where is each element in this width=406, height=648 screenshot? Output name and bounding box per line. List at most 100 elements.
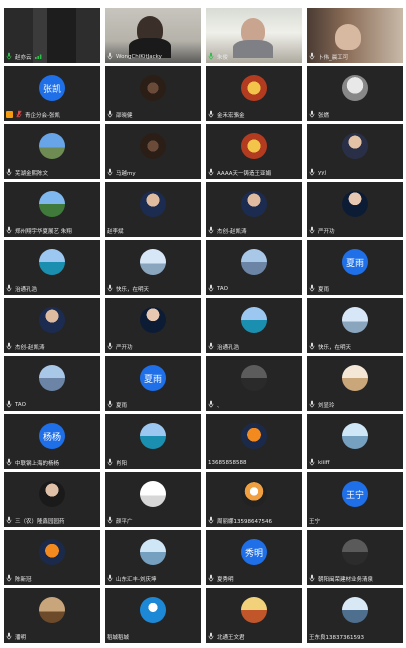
participant-name: 快乐，在明天 xyxy=(116,286,150,293)
participant-tile[interactable]: 夏雨 夏雨 xyxy=(307,240,403,295)
avatar xyxy=(241,307,267,333)
participant-tile[interactable]: 王宁 王宁 xyxy=(307,472,403,527)
avatar xyxy=(342,423,368,449)
participant-tile[interactable]: 王东良13837361593 xyxy=(307,588,403,643)
mic-icon xyxy=(6,632,12,641)
avatar xyxy=(241,191,267,217)
participant-label: 三（农）隆鑫园园药 xyxy=(6,516,98,525)
mic-icon xyxy=(107,52,113,61)
participant-tile[interactable]: 严开功 xyxy=(307,182,403,237)
participant-label: 芜湖金熙陈文 xyxy=(6,168,98,177)
participant-name: 芜湖金熙陈文 xyxy=(15,170,49,177)
participant-name: 周丽娜13598647546 xyxy=(217,518,272,525)
participant-tile[interactable]: AAAA天一铸造王亚娟 xyxy=(206,124,302,179)
mic-icon xyxy=(6,226,12,235)
participant-tile[interactable]: 治通孔浩 xyxy=(4,240,100,295)
mic-icon xyxy=(309,226,315,235)
participant-tile[interactable]: 赵亦云 xyxy=(4,8,100,63)
participant-name: 杰创-赵凯涛 xyxy=(15,344,45,351)
mic-icon xyxy=(309,284,315,293)
avatar xyxy=(342,365,368,391)
avatar: 杨杨 xyxy=(39,423,65,449)
participant-tile[interactable]: 马越my xyxy=(105,124,201,179)
participant-tile[interactable]: 杰创-赵凯涛 xyxy=(4,298,100,353)
participant-tile[interactable]: 、 xyxy=(206,356,302,411)
participant-label: 夏雨 xyxy=(107,400,199,409)
participant-tile[interactable]: 朝阳闽荣建材业务清泉 xyxy=(307,530,403,585)
participant-label: 陈新冠 xyxy=(6,574,98,583)
participant-tile[interactable]: 山东汇丰-刘庆坤 xyxy=(105,530,201,585)
mic-icon xyxy=(6,516,12,525)
participant-tile[interactable]: 杨杨 中联钢上海的杨杨 xyxy=(4,414,100,469)
participant-label: 北通王文君 xyxy=(208,632,300,641)
participant-tile[interactable]: 金禾宏骆金 xyxy=(206,66,302,121)
participant-tile[interactable]: 张凯 青企分会-张凯 xyxy=(4,66,100,121)
mic-icon xyxy=(208,632,214,641)
participant-tile[interactable]: 郑州翔宇华夏展艺 朱翔 xyxy=(4,182,100,237)
participant-tile[interactable]: 周丽娜13598647546 xyxy=(206,472,302,527)
participant-label: WongChiKitJacky xyxy=(107,52,199,61)
participant-tile[interactable]: 北通王文君 xyxy=(206,588,302,643)
avatar xyxy=(39,249,65,275)
participant-tile[interactable]: 三（农）隆鑫园园药 xyxy=(4,472,100,527)
mic-icon xyxy=(107,574,113,583)
participant-label: 青企分会-张凯 xyxy=(6,110,98,119)
participant-name: TAO xyxy=(217,285,228,292)
participant-tile[interactable]: 肖阳 xyxy=(105,414,201,469)
participant-tile[interactable]: yyj xyxy=(307,124,403,179)
participant-tile[interactable]: 陈新冠 xyxy=(4,530,100,585)
participant-tile[interactable]: 快乐，在明天 xyxy=(105,240,201,295)
participant-label: 杰创-赵凯涛 xyxy=(6,342,98,351)
mic-icon xyxy=(6,400,12,409)
avatar xyxy=(39,597,65,623)
participant-tile[interactable]: 快乐，在明天 xyxy=(307,298,403,353)
mic-icon xyxy=(309,400,315,409)
participant-tile[interactable]: 稻城稻城 xyxy=(105,588,201,643)
participant-label: 刘显玲 xyxy=(309,400,401,409)
participant-tile[interactable]: 赵李斌 xyxy=(105,182,201,237)
participant-tile[interactable]: 邵晓健 xyxy=(105,66,201,121)
participant-tile[interactable]: 卜伟_晨工可 xyxy=(307,8,403,63)
participant-label: 周丽娜13598647546 xyxy=(208,516,300,525)
participant-name: 王宁 xyxy=(309,518,321,525)
mic-icon xyxy=(208,226,214,235)
participant-tile[interactable]: 朱俊 xyxy=(206,8,302,63)
participant-name: 朱俊 xyxy=(217,54,229,61)
avatar xyxy=(342,75,368,101)
participant-tile[interactable]: 刘显玲 xyxy=(307,356,403,411)
participant-tile[interactable]: 芜湖金熙陈文 xyxy=(4,124,100,179)
avatar xyxy=(140,75,166,101)
participant-tile[interactable]: TAO xyxy=(206,240,302,295)
participant-name: 赵李斌 xyxy=(107,228,124,235)
participant-tile[interactable]: WongChiKitJacky xyxy=(105,8,201,63)
participant-tile[interactable]: 秀明 夏秀明 xyxy=(206,530,302,585)
participant-name: 严开功 xyxy=(318,228,335,235)
mic-active-icon xyxy=(6,52,12,61)
avatar xyxy=(39,133,65,159)
participant-tile[interactable]: 颜平广 xyxy=(105,472,201,527)
participant-tile[interactable]: 张燃 xyxy=(307,66,403,121)
participant-tile[interactable]: 杰创-赵凯涛 xyxy=(206,182,302,237)
avatar xyxy=(342,307,368,333)
avatar xyxy=(140,539,166,565)
participant-tile[interactable]: 夏雨 夏雨 xyxy=(105,356,201,411)
mic-icon xyxy=(107,110,113,119)
participant-label: 张燃 xyxy=(309,110,401,119)
participant-tile[interactable]: kiiiff xyxy=(307,414,403,469)
avatar xyxy=(140,481,166,507)
avatar xyxy=(241,365,267,391)
participant-tile[interactable]: 严开功 xyxy=(105,298,201,353)
participant-label: 赵亦云 xyxy=(6,52,98,61)
participant-label: 夏雨 xyxy=(309,284,401,293)
mic-icon xyxy=(208,574,214,583)
avatar xyxy=(241,597,267,623)
participant-tile[interactable]: 治通孔浩 xyxy=(206,298,302,353)
participant-tile[interactable]: TAO xyxy=(4,356,100,411)
mic-icon xyxy=(6,168,12,177)
avatar xyxy=(342,597,368,623)
avatar xyxy=(39,539,65,565)
mic-icon xyxy=(309,342,315,351)
participant-tile[interactable]: 潘明 xyxy=(4,588,100,643)
participant-tile[interactable]: 13685858588 xyxy=(206,414,302,469)
participant-name: yyj xyxy=(318,169,327,176)
